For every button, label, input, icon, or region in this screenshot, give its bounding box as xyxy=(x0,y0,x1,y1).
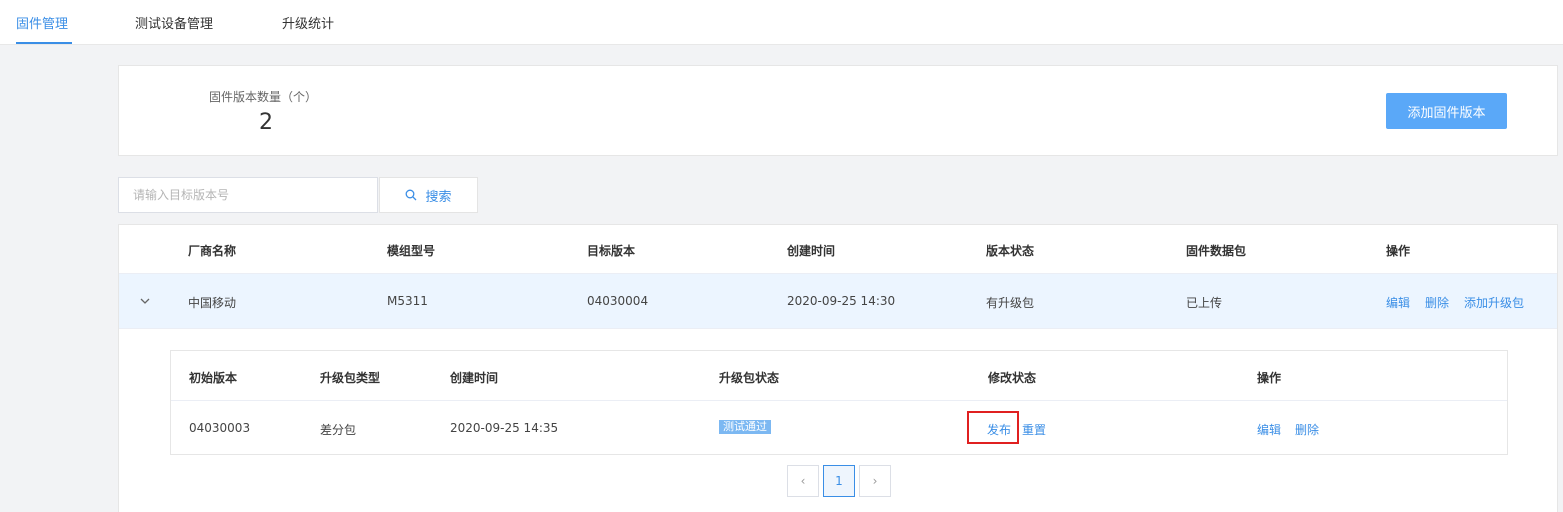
table-row: 中国移动 M5311 04030004 2020-09-25 14:30 有升级… xyxy=(119,274,1557,329)
col-vendor: 厂商名称 xyxy=(188,244,237,258)
tab-upgrade-statistics[interactable]: 升级统计 xyxy=(282,13,334,32)
col-initial-version: 初始版本 xyxy=(189,371,238,385)
col-package-status: 升级包状态 xyxy=(719,371,780,385)
cell-vendor: 中国移动 xyxy=(188,296,237,310)
col-module: 模组型号 xyxy=(387,244,436,258)
cell-created-time: 2020-09-25 14:30 xyxy=(787,294,896,308)
upgrade-package-subtable: 初始版本 升级包类型 创建时间 升级包状态 修改状态 操作 04030003 差… xyxy=(170,350,1508,455)
col-sub-actions: 操作 xyxy=(1257,371,1282,385)
search-button[interactable]: 搜索 xyxy=(379,177,478,213)
publish-link[interactable]: 发布 xyxy=(987,421,1011,438)
cell-module: M5311 xyxy=(387,294,428,308)
add-firmware-version-button[interactable]: 添加固件版本 xyxy=(1386,93,1507,129)
add-upgrade-package-link[interactable]: 添加升级包 xyxy=(1464,294,1524,311)
firmware-count-label: 固件版本数量（个） xyxy=(209,90,318,104)
edit-link[interactable]: 编辑 xyxy=(1386,294,1410,311)
firmware-table: 厂商名称 模组型号 目标版本 创建时间 版本状态 固件数据包 操作 中国移动 M… xyxy=(118,224,1558,512)
chevron-down-icon[interactable] xyxy=(138,294,152,308)
top-nav: 固件管理 测试设备管理 升级统计 xyxy=(0,0,1563,45)
firmware-count-value: 2 xyxy=(259,110,273,135)
cell-firmware-package: 已上传 xyxy=(1186,296,1223,310)
summary-card: 固件版本数量（个） 2 添加固件版本 xyxy=(118,65,1558,156)
cell-package-type: 差分包 xyxy=(320,423,357,437)
target-version-search-input[interactable] xyxy=(118,177,378,213)
sub-delete-link[interactable]: 删除 xyxy=(1295,421,1319,438)
sub-edit-link[interactable]: 编辑 xyxy=(1257,421,1281,438)
status-badge: 测试通过 xyxy=(719,420,771,434)
cell-initial-version: 04030003 xyxy=(189,421,251,435)
pagination-page-1[interactable]: 1 xyxy=(823,465,855,497)
col-target-version: 目标版本 xyxy=(587,244,636,258)
active-tab-indicator xyxy=(16,42,72,44)
col-firmware-package: 固件数据包 xyxy=(1186,244,1247,258)
cell-target-version: 04030004 xyxy=(587,294,649,308)
pagination-next-button[interactable]: › xyxy=(859,465,891,497)
tab-test-device-management[interactable]: 测试设备管理 xyxy=(135,13,213,32)
search-icon xyxy=(406,189,417,201)
col-modify-status: 修改状态 xyxy=(988,371,1037,385)
col-version-status: 版本状态 xyxy=(986,244,1035,258)
col-created-time: 创建时间 xyxy=(787,244,836,258)
reset-link[interactable]: 重置 xyxy=(1022,421,1046,438)
tab-firmware-management[interactable]: 固件管理 xyxy=(16,13,68,32)
delete-link[interactable]: 删除 xyxy=(1425,294,1449,311)
col-sub-created-time: 创建时间 xyxy=(450,371,499,385)
search-button-label: 搜索 xyxy=(425,189,452,205)
cell-sub-created-time: 2020-09-25 14:35 xyxy=(450,421,559,435)
table-header: 厂商名称 模组型号 目标版本 创建时间 版本状态 固件数据包 操作 xyxy=(119,225,1557,274)
subtable-header: 初始版本 升级包类型 创建时间 升级包状态 修改状态 操作 xyxy=(171,351,1507,401)
col-package-type: 升级包类型 xyxy=(320,371,381,385)
col-actions: 操作 xyxy=(1386,244,1411,258)
cell-version-status: 有升级包 xyxy=(986,296,1035,310)
pagination-prev-button[interactable]: ‹ xyxy=(787,465,819,497)
